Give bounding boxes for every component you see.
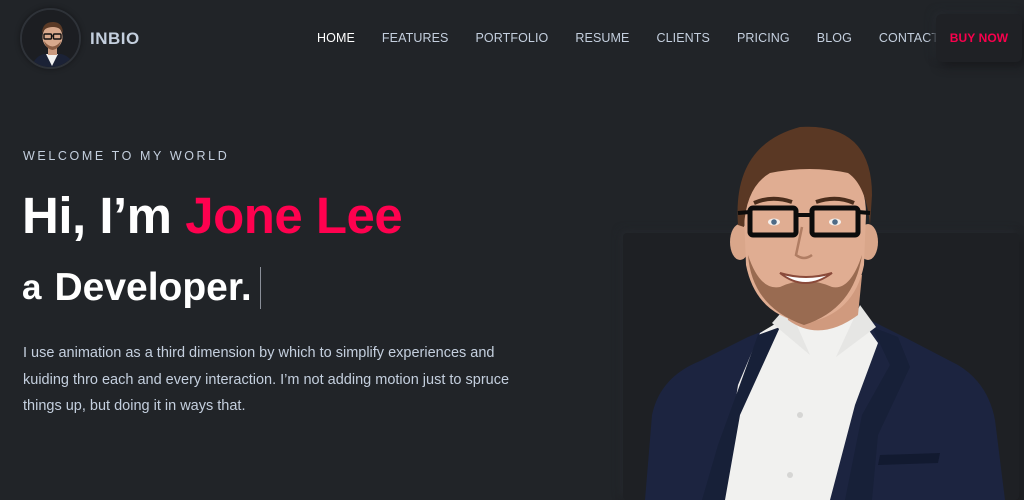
- typing-cursor: [259, 267, 261, 309]
- role-text: Developer.: [54, 266, 252, 309]
- logo-avatar: [20, 8, 81, 69]
- hero-description: I use animation as a third dimension by …: [23, 345, 510, 414]
- logo-link[interactable]: INBIO: [20, 8, 140, 69]
- site-header: INBIO HOME FEATURES PORTFOLIO RESUME CLI…: [0, 0, 1024, 76]
- avatar-portrait-icon: [22, 10, 79, 67]
- nav-item-pricing[interactable]: PRICING: [737, 31, 790, 45]
- nav-item-clients[interactable]: CLIENTS: [656, 31, 710, 45]
- hero-title: Hi, I’m Jone Lee: [22, 186, 403, 245]
- main-nav: HOME FEATURES PORTFOLIO RESUME CLIENTS P…: [304, 0, 966, 76]
- logo-text: INBIO: [90, 28, 140, 48]
- welcome-subtitle: WELCOME TO MY WORLD: [23, 149, 230, 163]
- nav-item-portfolio[interactable]: PORTFOLIO: [475, 31, 548, 45]
- jacket-pocket: [878, 453, 940, 465]
- nav-item-blog[interactable]: BLOG: [817, 31, 852, 45]
- portrait-image: [645, 126, 1005, 500]
- hero-greeting: Hi, I’m: [22, 187, 186, 244]
- nav-item-features[interactable]: FEATURES: [382, 31, 449, 45]
- role-prefix: a: [22, 268, 42, 307]
- hero-role: a Developer.: [22, 266, 261, 310]
- nav-item-contact[interactable]: CONTACT: [879, 31, 939, 45]
- buy-now-button[interactable]: BUY NOW: [936, 14, 1022, 62]
- hero-name: Jone Lee: [185, 187, 403, 244]
- nav-item-resume[interactable]: RESUME: [575, 31, 629, 45]
- nav-item-home[interactable]: HOME: [317, 31, 355, 45]
